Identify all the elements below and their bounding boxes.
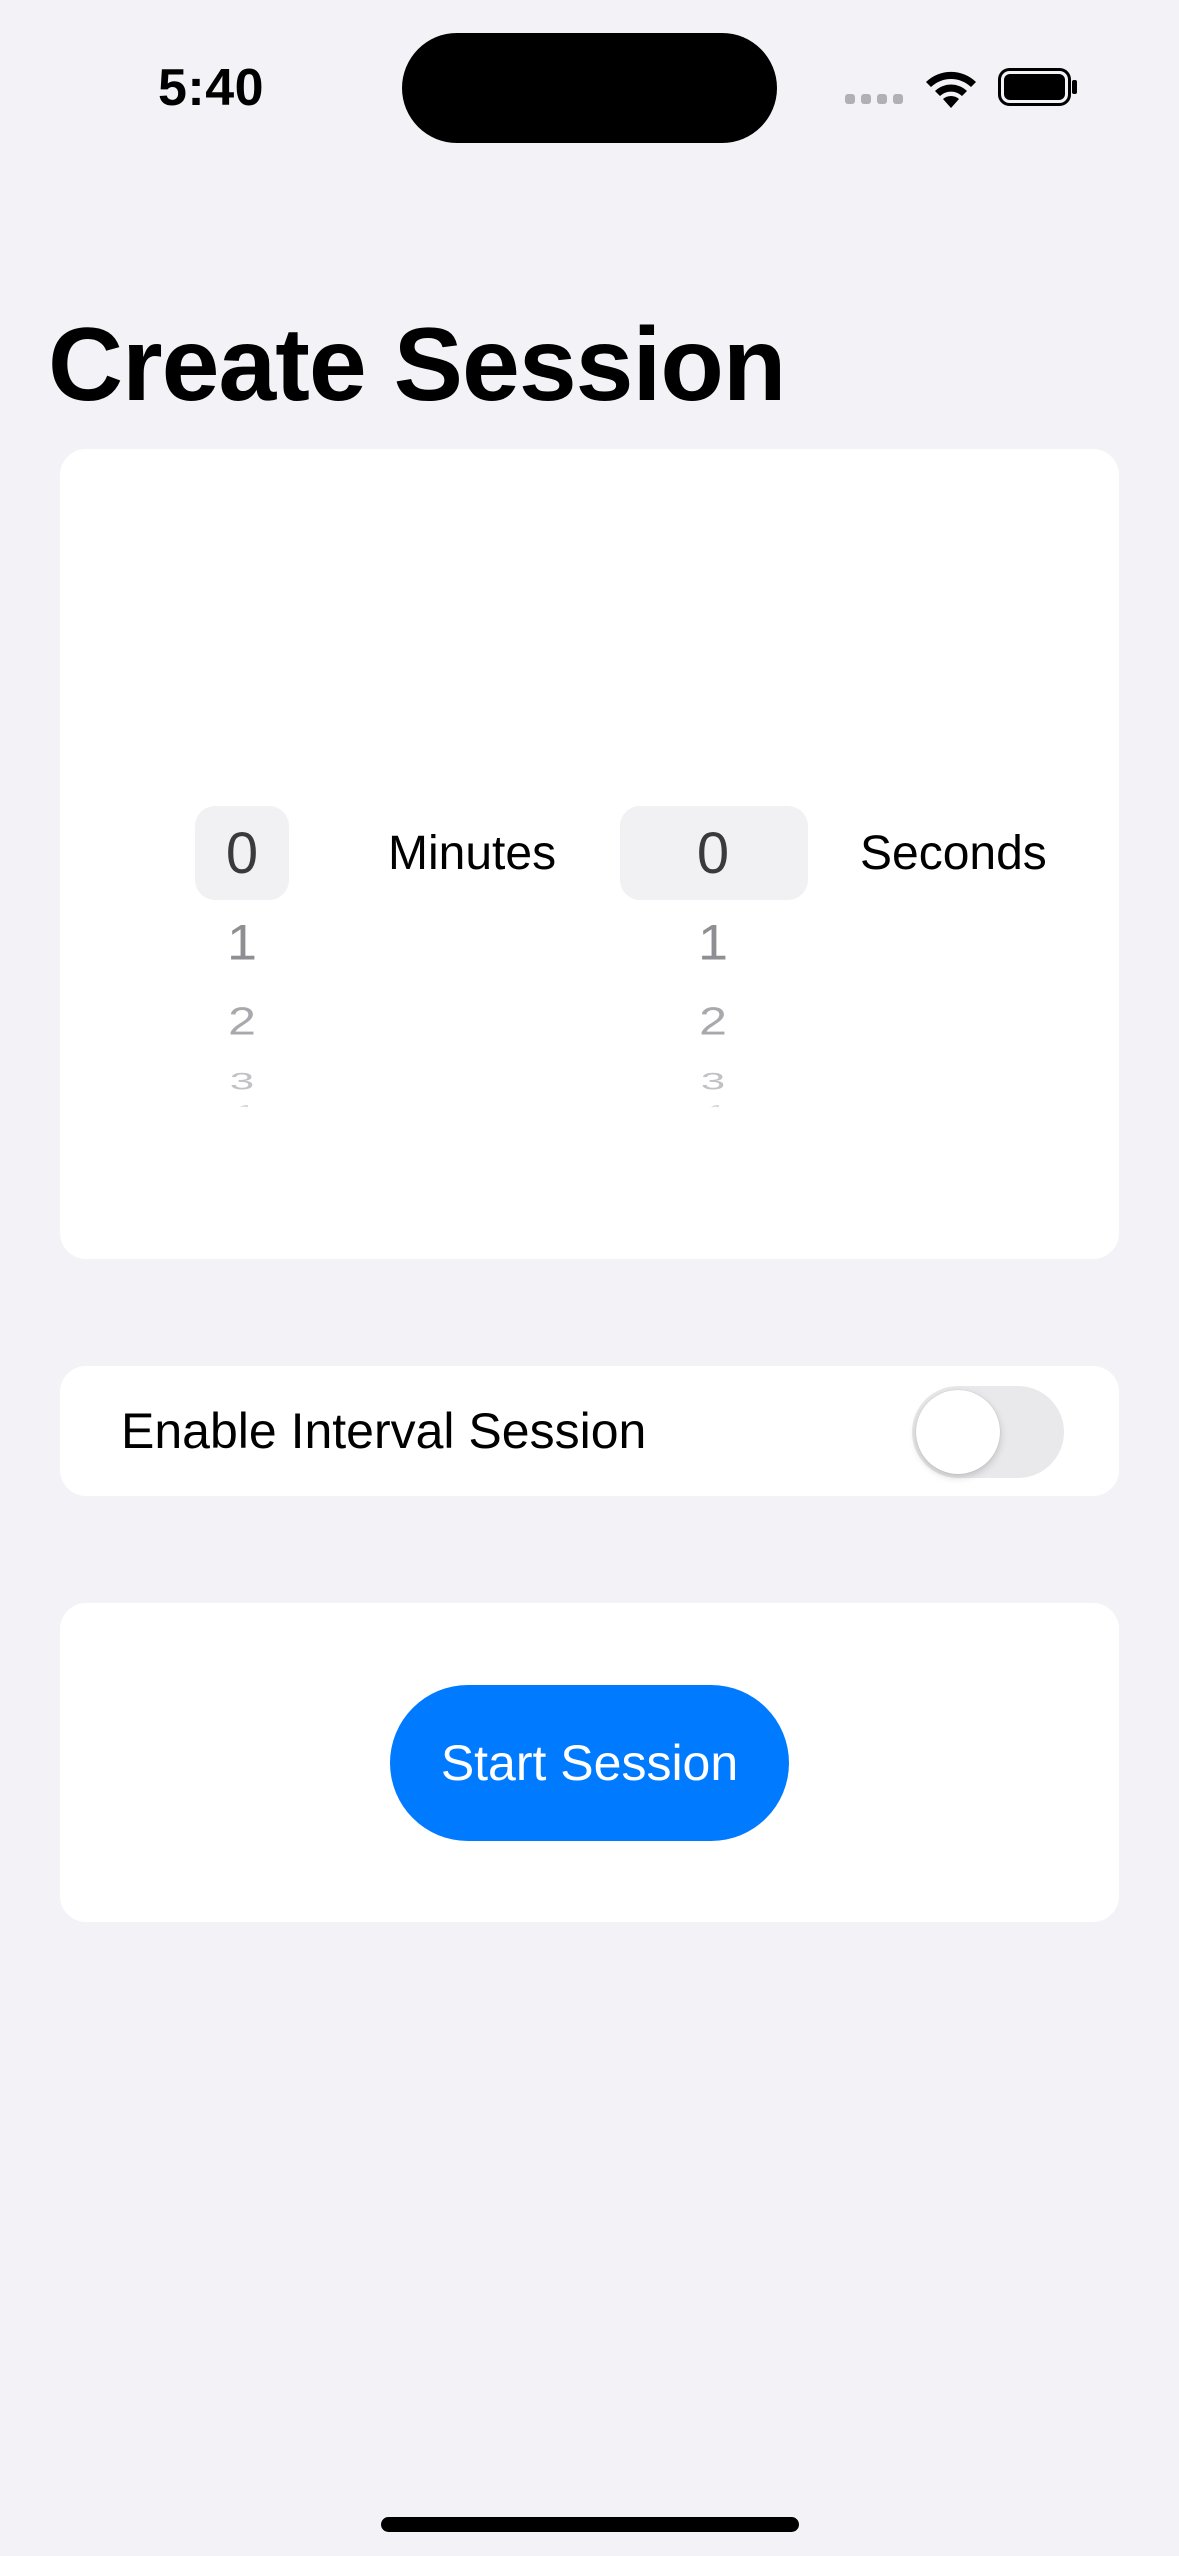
home-indicator[interactable] bbox=[381, 2517, 799, 2532]
status-time: 5:40 bbox=[158, 59, 265, 117]
wifi-icon bbox=[926, 71, 976, 108]
toggle-knob bbox=[916, 1390, 1000, 1474]
seconds-option[interactable]: 1 bbox=[698, 914, 728, 971]
seconds-option[interactable]: 3 bbox=[701, 1068, 725, 1096]
dynamic-island bbox=[402, 33, 777, 143]
seconds-option[interactable]: 4 bbox=[702, 1103, 724, 1107]
minutes-option[interactable]: 4 bbox=[231, 1103, 253, 1107]
minutes-option[interactable]: 1 bbox=[227, 914, 257, 971]
battery-icon bbox=[998, 68, 1077, 106]
start-session-button[interactable]: Start Session bbox=[390, 1685, 789, 1841]
minutes-option[interactable]: 3 bbox=[230, 1068, 254, 1096]
interval-session-toggle[interactable] bbox=[912, 1386, 1064, 1478]
cellular-signal-icon bbox=[845, 94, 903, 104]
seconds-option[interactable]: 2 bbox=[699, 998, 727, 1043]
interval-toggle-label: Enable Interval Session bbox=[121, 1403, 647, 1459]
seconds-option-selected[interactable]: 0 bbox=[697, 820, 729, 887]
seconds-label: Seconds bbox=[860, 827, 1047, 880]
minutes-label: Minutes bbox=[388, 827, 557, 880]
page-title: Create Session bbox=[48, 307, 786, 423]
minutes-option-selected[interactable]: 0 bbox=[226, 820, 258, 887]
status-bar: 5:40 bbox=[0, 0, 1179, 175]
minutes-option[interactable]: 2 bbox=[228, 998, 256, 1043]
